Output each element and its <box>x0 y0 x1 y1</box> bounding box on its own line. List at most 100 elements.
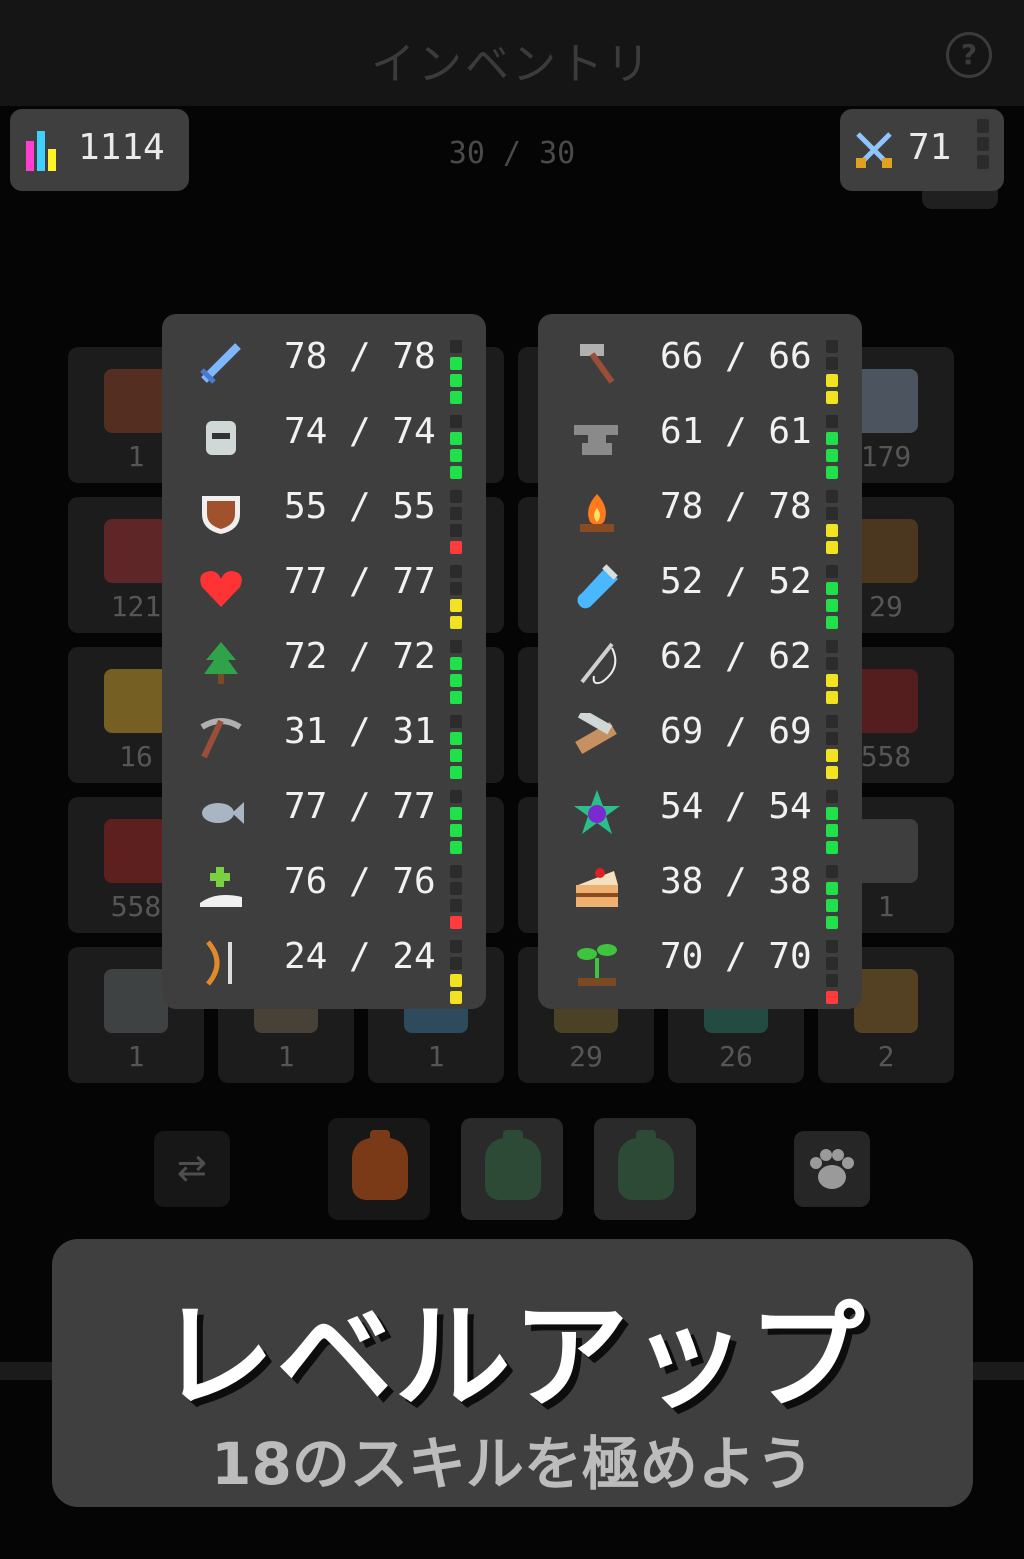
skill-progress-pips <box>826 715 838 783</box>
progress-pip <box>450 374 462 387</box>
skill-progress-pips <box>826 565 838 633</box>
shield-icon <box>196 488 246 538</box>
progress-pip <box>826 882 838 895</box>
progress-pip <box>450 582 462 595</box>
bag-slot-3[interactable] <box>594 1118 696 1220</box>
progress-pip <box>826 449 838 462</box>
skill-level: 52 / 52 <box>660 561 812 602</box>
progress-pip <box>826 640 838 653</box>
skill-progress-pips <box>826 790 838 858</box>
skill-row[interactable]: 77 / 77 <box>162 549 486 629</box>
skill-level: 54 / 54 <box>660 786 812 827</box>
skill-level: 55 / 55 <box>284 486 436 527</box>
progress-pip <box>450 432 462 445</box>
skill-row[interactable]: 66 / 66 <box>538 324 862 404</box>
skill-level: 78 / 78 <box>660 486 812 527</box>
skill-progress-pips <box>826 490 838 558</box>
progress-pip <box>450 715 462 728</box>
bow-arrow-icon <box>196 938 246 988</box>
total-level-badge[interactable]: 1114 <box>10 109 189 191</box>
progress-pip <box>450 807 462 820</box>
item-icon <box>104 669 168 733</box>
progress-pip <box>450 974 462 987</box>
skill-row[interactable]: 55 / 55 <box>162 474 486 554</box>
item-count: 1 <box>277 1040 295 1073</box>
sword-icon <box>196 338 246 388</box>
skill-row[interactable]: 54 / 54 <box>538 774 862 854</box>
item-count: 26 <box>719 1040 753 1073</box>
progress-pip <box>826 790 838 803</box>
skill-row[interactable]: 77 / 77 <box>162 774 486 854</box>
item-icon <box>854 969 918 1033</box>
bag-red-icon <box>352 1130 408 1200</box>
skill-level: 70 / 70 <box>660 936 812 977</box>
combat-pips <box>977 119 989 173</box>
progress-pip <box>450 790 462 803</box>
item-icon <box>104 969 168 1033</box>
paw-icon[interactable] <box>794 1131 870 1207</box>
skill-level: 77 / 77 <box>284 561 436 602</box>
skill-level: 61 / 61 <box>660 411 812 452</box>
bag-slot-2[interactable] <box>461 1118 563 1220</box>
combat-level-badge[interactable]: 71 <box>840 109 1004 191</box>
progress-pip <box>450 899 462 912</box>
skill-row[interactable]: 62 / 62 <box>538 624 862 704</box>
item-icon <box>854 669 918 733</box>
skill-row[interactable]: 69 / 69 <box>538 699 862 779</box>
skill-progress-pips <box>450 565 462 633</box>
progress-pip <box>826 865 838 878</box>
progress-pip <box>450 749 462 762</box>
page-title: インベントリ <box>371 39 653 90</box>
swap-arrows-icon[interactable]: ⇄ <box>154 1131 230 1207</box>
progress-pip <box>450 940 462 953</box>
skill-progress-pips <box>450 640 462 708</box>
progress-pip <box>826 432 838 445</box>
skill-row[interactable]: 76 / 76 <box>162 849 486 929</box>
skill-progress-pips <box>826 640 838 708</box>
skill-row[interactable]: 52 / 52 <box>538 549 862 629</box>
progress-pip <box>826 940 838 953</box>
progress-pip <box>450 415 462 428</box>
total-level-value: 1114 <box>78 127 165 168</box>
skill-progress-pips <box>450 940 462 1008</box>
magic-star-icon <box>572 788 622 838</box>
progress-pip <box>450 357 462 370</box>
top-bar: インベントリ ? <box>0 0 1024 106</box>
skill-row[interactable]: 38 / 38 <box>538 849 862 929</box>
skill-row[interactable]: 72 / 72 <box>162 624 486 704</box>
combat-level-value: 71 <box>908 127 952 168</box>
progress-pip <box>826 657 838 670</box>
skill-row[interactable]: 78 / 78 <box>538 474 862 554</box>
progress-pip <box>826 732 838 745</box>
bag-slot-1[interactable] <box>328 1118 430 1220</box>
skill-row[interactable]: 78 / 78 <box>162 324 486 404</box>
help-icon[interactable]: ? <box>946 32 992 78</box>
progress-pip <box>450 824 462 837</box>
progress-pip <box>826 749 838 762</box>
progress-pip <box>826 490 838 503</box>
skill-row[interactable]: 24 / 24 <box>162 924 486 1004</box>
skill-row[interactable]: 61 / 61 <box>538 399 862 479</box>
skills-panel-right: 66 / 66 61 / 61 78 / 78 52 / 52 62 / 62 69 / … <box>538 314 862 1009</box>
progress-pip <box>826 974 838 987</box>
skill-level: 72 / 72 <box>284 636 436 677</box>
heart-icon <box>196 563 246 613</box>
skill-level: 62 / 62 <box>660 636 812 677</box>
progress-pip <box>826 374 838 387</box>
progress-pip <box>450 599 462 612</box>
skill-progress-pips <box>826 940 838 1008</box>
skill-progress-pips <box>450 790 462 858</box>
healing-hand-icon <box>196 863 246 913</box>
progress-pip <box>450 490 462 503</box>
item-icon <box>104 819 168 883</box>
progress-pip <box>450 507 462 520</box>
bag-green-icon <box>485 1130 541 1200</box>
skills-panel-left: 78 / 78 74 / 74 55 / 55 77 / 77 72 / 72 31 / … <box>162 314 486 1009</box>
progress-pip <box>450 957 462 970</box>
skill-progress-pips <box>826 340 838 408</box>
promo-title: レベルアップ <box>158 1290 867 1425</box>
progress-pip <box>450 657 462 670</box>
skill-row[interactable]: 70 / 70 <box>538 924 862 1004</box>
skill-row[interactable]: 31 / 31 <box>162 699 486 779</box>
skill-row[interactable]: 74 / 74 <box>162 399 486 479</box>
